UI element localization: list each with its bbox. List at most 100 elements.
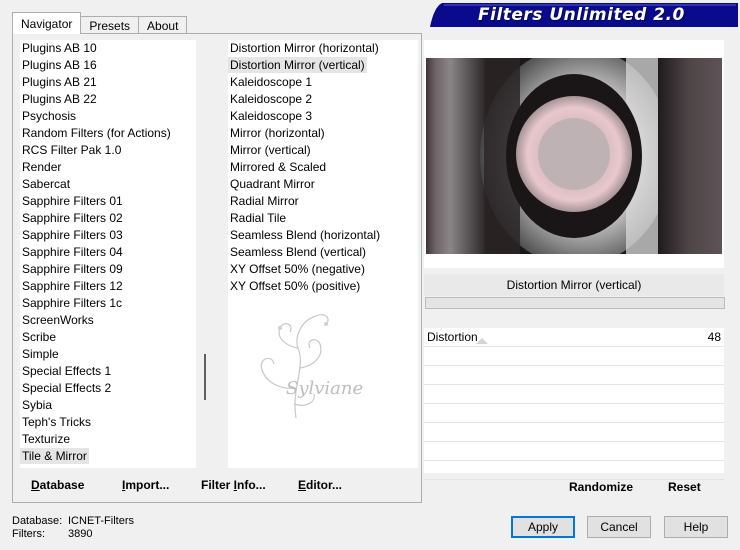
- status-area: Database: ICNET-Filters Filters: 3890: [12, 515, 134, 541]
- tab-presets[interactable]: Presets: [80, 16, 140, 34]
- category-item-label: Special Effects 1: [22, 364, 112, 378]
- preview-panel: [424, 40, 724, 268]
- category-scrollbar[interactable]: [197, 40, 214, 468]
- category-item-label: ScreenWorks: [22, 313, 94, 327]
- filter-item-label: Mirror (horizontal): [230, 126, 325, 140]
- editor-mnemonic: E: [298, 478, 307, 492]
- filter-info-button[interactable]: Filter Info...: [201, 478, 266, 492]
- filter-item[interactable]: XY Offset 50% (negative): [228, 261, 418, 278]
- filter-item-label: Seamless Blend (vertical): [230, 245, 367, 259]
- param-row-empty: [424, 385, 724, 404]
- category-item[interactable]: Texturize: [20, 431, 196, 448]
- param-row-empty: [424, 423, 724, 442]
- filter-item[interactable]: Distortion Mirror (vertical): [228, 57, 418, 74]
- category-item-label: Sybia: [22, 398, 53, 412]
- database-status-value: ICNET-Filters: [68, 515, 134, 527]
- category-item[interactable]: RCS Filter Pak 1.0: [20, 142, 196, 159]
- tab-about[interactable]: About: [138, 16, 188, 34]
- category-item[interactable]: Special Effects 2: [20, 380, 196, 397]
- help-button[interactable]: Help: [664, 516, 728, 538]
- category-item-label: Special Effects 2: [22, 381, 112, 395]
- progress-bar: [425, 297, 725, 309]
- apply-button[interactable]: Apply: [511, 516, 575, 538]
- param-row-empty: [424, 442, 724, 461]
- filter-item[interactable]: XY Offset 50% (positive): [228, 278, 418, 295]
- category-item[interactable]: Plugins AB 22: [20, 91, 196, 108]
- category-item-label: Simple: [22, 347, 59, 361]
- cancel-button[interactable]: Cancel: [587, 516, 651, 538]
- banner: Filters Unlimited 2.0: [430, 3, 738, 27]
- category-item[interactable]: Sapphire Filters 09: [20, 261, 196, 278]
- filter-item[interactable]: Kaleidoscope 1: [228, 74, 418, 91]
- category-item-label: Sapphire Filters 1c: [22, 296, 123, 310]
- filter-item[interactable]: Radial Tile: [228, 210, 418, 227]
- param-row-distortion[interactable]: Distortion 48: [424, 328, 724, 347]
- category-item-label: Sapphire Filters 01: [22, 194, 123, 208]
- parameter-button-bar: Randomize Reset: [424, 476, 724, 500]
- filter-item-label: Kaleidoscope 3: [230, 109, 313, 123]
- category-item[interactable]: Sapphire Filters 02: [20, 210, 196, 227]
- filter-item-label: XY Offset 50% (positive): [230, 279, 361, 293]
- category-item[interactable]: Sapphire Filters 1c: [20, 295, 196, 312]
- tab-navigator[interactable]: Navigator: [12, 12, 82, 34]
- filter-item-label: Mirror (vertical): [230, 143, 311, 157]
- category-item[interactable]: Plugins AB 16: [20, 57, 196, 74]
- filter-item-label: XY Offset 50% (negative): [230, 262, 365, 276]
- category-item[interactable]: Sybia: [20, 397, 196, 414]
- scrollbar-thumb[interactable]: [204, 354, 206, 400]
- category-item-label: Render: [22, 160, 62, 174]
- editor-button[interactable]: Editor...: [298, 478, 342, 492]
- category-item[interactable]: Plugins AB 21: [20, 74, 196, 91]
- database-label: atabase: [39, 478, 85, 492]
- filter-info-prefix: Filter: [201, 478, 234, 492]
- category-item-label: Plugins AB 16: [22, 58, 97, 72]
- watermark-text: Sylviane: [286, 378, 364, 399]
- filter-item[interactable]: Distortion Mirror (horizontal): [228, 40, 418, 57]
- category-item-label: Psychosis: [22, 109, 77, 123]
- category-item[interactable]: Teph's Tricks: [20, 414, 196, 431]
- category-item[interactable]: Plugins AB 10: [20, 40, 196, 57]
- filter-item[interactable]: Seamless Blend (vertical): [228, 244, 418, 261]
- category-item[interactable]: Simple: [20, 346, 196, 363]
- category-item[interactable]: Scribe: [20, 329, 196, 346]
- param-row-empty: [424, 404, 724, 423]
- filters-status-label: Filters:: [12, 528, 45, 540]
- category-item[interactable]: Psychosis: [20, 108, 196, 125]
- category-item-label: Plugins AB 22: [22, 92, 97, 106]
- category-item[interactable]: Sapphire Filters 03: [20, 227, 196, 244]
- filter-item[interactable]: Mirror (vertical): [228, 142, 418, 159]
- category-item[interactable]: Sapphire Filters 12: [20, 278, 196, 295]
- database-button[interactable]: Database: [31, 478, 84, 492]
- filter-item-label: Distortion Mirror (vertical): [228, 57, 367, 73]
- reset-button[interactable]: Reset: [668, 480, 701, 494]
- filter-item-label: Quadrant Mirror: [230, 177, 315, 191]
- category-list[interactable]: Plugins AB 10 Plugins AB 16 Plugins AB 21 P…: [20, 40, 196, 468]
- category-item[interactable]: Sapphire Filters 01: [20, 193, 196, 210]
- filter-item[interactable]: Quadrant Mirror: [228, 176, 418, 193]
- filter-item[interactable]: Radial Mirror: [228, 193, 418, 210]
- parameter-panel: Distortion 48: [424, 328, 724, 480]
- category-item-label: Sapphire Filters 03: [22, 228, 123, 242]
- filter-info-label: nfo...: [237, 478, 266, 492]
- filter-item[interactable]: Kaleidoscope 2: [228, 91, 418, 108]
- filters-status-value: 3890: [68, 528, 93, 540]
- category-item[interactable]: Special Effects 1: [20, 363, 196, 380]
- filter-item[interactable]: Mirrored & Scaled: [228, 159, 418, 176]
- slider-handle-icon[interactable]: [476, 338, 488, 344]
- category-item[interactable]: Tile & Mirror: [20, 448, 196, 465]
- import-button[interactable]: Import...: [122, 478, 169, 492]
- import-label: mport...: [125, 478, 170, 492]
- category-item[interactable]: Sabercat: [20, 176, 196, 193]
- category-item-label: Sapphire Filters 09: [22, 262, 123, 276]
- category-item[interactable]: Sapphire Filters 04: [20, 244, 196, 261]
- filter-item[interactable]: Mirror (horizontal): [228, 125, 418, 142]
- filter-item[interactable]: Seamless Blend (horizontal): [228, 227, 418, 244]
- randomize-button[interactable]: Randomize: [569, 480, 633, 494]
- param-row-empty: [424, 366, 724, 385]
- category-item[interactable]: ScreenWorks: [20, 312, 196, 329]
- category-item[interactable]: Render: [20, 159, 196, 176]
- filter-item[interactable]: Kaleidoscope 3: [228, 108, 418, 125]
- category-item-label: Sabercat: [22, 177, 71, 191]
- category-item-label: Tile & Mirror: [20, 448, 89, 464]
- category-item[interactable]: Random Filters (for Actions): [20, 125, 196, 142]
